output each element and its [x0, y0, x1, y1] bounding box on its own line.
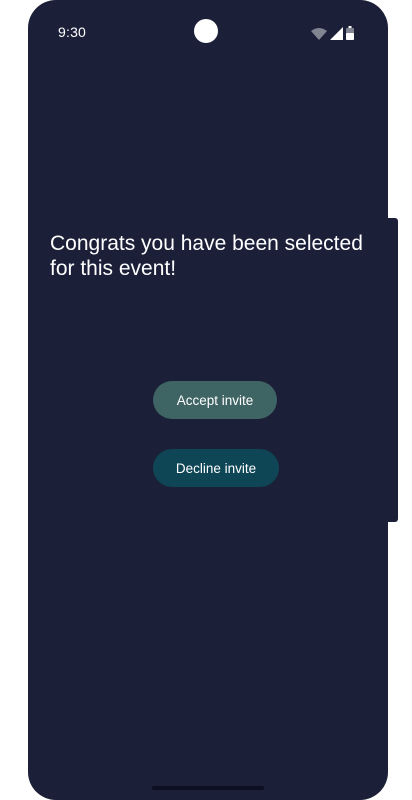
accept-invite-button[interactable]: Accept invite — [153, 381, 277, 419]
page-title: Congrats you have been selected for this… — [50, 232, 363, 280]
status-icons — [311, 26, 354, 40]
cellular-signal-icon — [330, 27, 343, 40]
home-indicator[interactable] — [152, 786, 264, 790]
front-camera-cutout — [194, 19, 218, 43]
status-bar: 9:30 — [28, 0, 388, 64]
wifi-icon — [311, 28, 327, 40]
battery-icon — [346, 26, 354, 40]
phone-screen: 9:30 Congrats you have been selected for… — [28, 0, 388, 800]
decline-invite-button[interactable]: Decline invite — [153, 449, 279, 487]
status-time: 9:30 — [58, 24, 87, 40]
device-side-button — [388, 218, 398, 522]
